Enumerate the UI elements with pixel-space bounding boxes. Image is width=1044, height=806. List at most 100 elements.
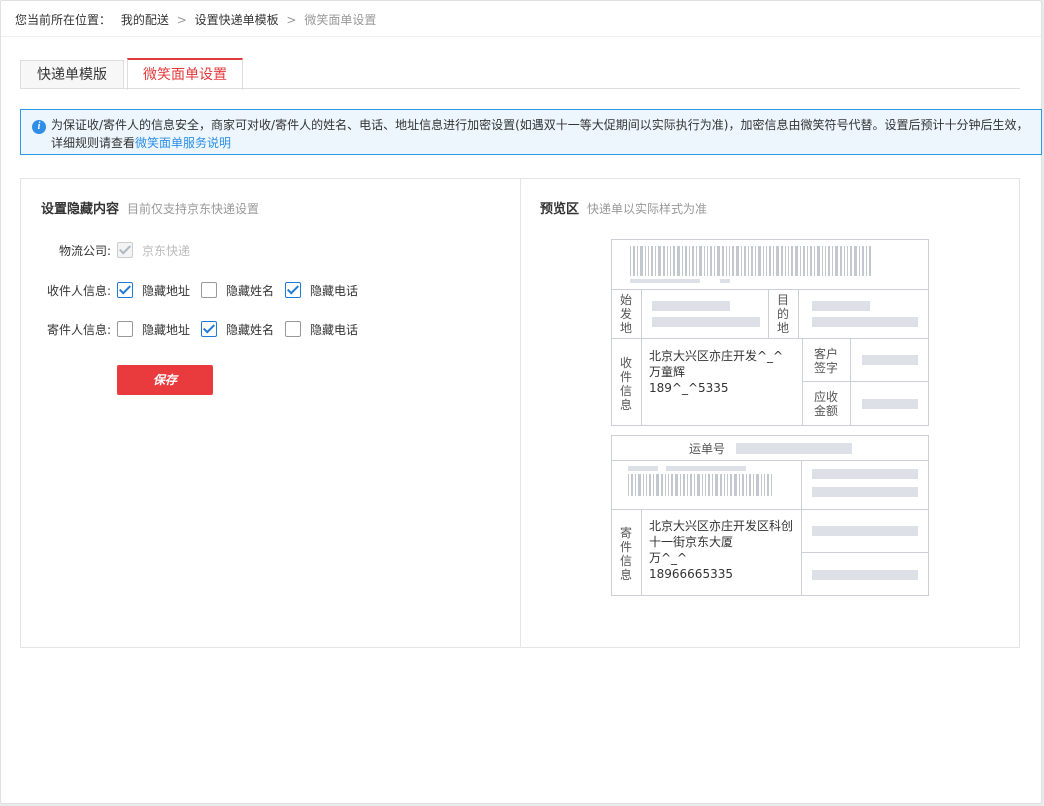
logistics-jd-checkbox [117,242,133,258]
barcode-bar [817,246,820,276]
sender-hide-address-checkbox[interactable] [117,321,133,337]
receiver-hide-name-label[interactable]: 隐藏姓名 [226,282,274,299]
col-line [768,289,769,338]
barcode-bar [828,246,830,276]
barcode-bar [795,246,798,276]
barcode-bar [655,246,656,276]
receiver-address: 北京大兴区亦庄开发^_^ [649,349,784,363]
destination-placeholder [812,317,918,327]
barcode-bar [785,246,786,276]
receiver-hide-name-checkbox[interactable] [201,282,217,298]
receiver-hide-address-checkbox[interactable] [117,282,133,298]
barcode-bar [822,246,823,276]
tab-express-template[interactable]: 快递单模版 [20,60,124,89]
barcode-bar [781,246,783,276]
placeholder-bar [630,279,700,283]
sender-hide-name-label[interactable]: 隐藏姓名 [226,321,274,338]
barcode-bar [696,246,697,276]
barcode-bar [859,246,860,276]
sender-hide-phone-label[interactable]: 隐藏电话 [310,321,358,338]
barcode-bar [689,246,690,276]
barcode-bar [769,246,771,276]
sender-hide-address-label[interactable]: 隐藏地址 [142,321,190,338]
sender-info: 北京大兴区亦庄开发区科创 十一街京东大厦 万^_^ 18966665335 [649,518,799,582]
receiver-hide-phone-label[interactable]: 隐藏电话 [310,282,358,299]
breadcrumb-current: 微笑面单设置 [304,13,377,27]
sender-hide-name-checkbox[interactable] [201,321,217,337]
barcode-bar [854,246,857,276]
barcode-bar [683,474,685,496]
save-button[interactable]: 保存 [117,365,213,395]
tab-smile-waybill[interactable]: 微笑面单设置 [127,58,243,90]
barcode-bar [764,474,765,496]
barcode-bar [755,246,756,276]
barcode-bar [682,246,683,276]
barcode-bar [712,474,713,496]
barcode-bar [715,474,718,496]
placeholder-bar [666,466,746,471]
col-line [641,289,642,425]
barcode-bar [746,474,747,496]
barcode-bar [653,474,654,496]
barcode-bar [699,246,702,276]
barcode-bar [675,474,678,496]
barcode-bar [720,474,722,496]
destination-label: 目的地 [776,293,789,335]
waybill-preview-upper: 始发地 目的地 收件信息 北京大兴区亦庄开发^_^ 万童辉 189^_^5335… [611,239,929,426]
logistics-jd-label: 京东快递 [142,244,191,258]
barcode-image [630,246,882,276]
amount-placeholder [862,399,918,409]
breadcrumb-item-delivery[interactable]: 我的配送 [121,13,169,27]
settings-title: 设置隐藏内容 [41,202,120,217]
origin-placeholder [652,317,760,327]
service-description-link[interactable]: 微笑面单服务说明 [135,136,231,150]
barcode-bar [631,474,633,496]
barcode-bar [656,474,659,496]
placeholder-bar [812,469,918,479]
barcode-bar [814,246,815,276]
barcode-bar [866,246,867,276]
receiver-phone: 189^_^5335 [649,381,729,395]
barcode-bar [704,246,705,276]
receiver-hide-phone-checkbox[interactable] [285,282,301,298]
barcode-bar [638,474,641,496]
barcode-bar [736,246,739,276]
barcode-bar [663,246,665,276]
barcode-bar [726,246,727,276]
sender-hide-phone-checkbox[interactable] [285,321,301,337]
page-frame: 您当前所在位置： 我的配送 > 设置快递单模板 > 微笑面单设置 快递单模版 微… [0,0,1042,804]
barcode-bar [658,246,661,276]
placeholder-bar [812,570,918,580]
receiver-info: 北京大兴区亦庄开发^_^ 万童辉 189^_^5335 [649,348,799,396]
barcode-bar [640,246,643,276]
barcode-bar [680,474,681,496]
barcode-bar [742,474,744,496]
row-line [802,381,928,382]
receiver-name: 万童辉 [649,365,686,379]
barcode-bar [692,246,694,276]
barcode-bar [667,246,668,276]
barcode-bar [649,474,651,496]
barcode-bar [844,246,845,276]
sender-label: 寄件信息 [619,526,632,582]
barcode-bar [825,246,826,276]
breadcrumb-item-template[interactable]: 设置快递单模板 [195,13,279,27]
waybill-number-placeholder [736,443,852,454]
barcode-bar [729,246,730,276]
barcode-bar [751,246,753,276]
barcode-bar [850,246,852,276]
barcode-bar [714,246,715,276]
barcode-bar [744,246,746,276]
barcode-bar [635,474,636,496]
barcode-bar [791,246,793,276]
barcode-bar [724,474,725,496]
info-icon: i [32,120,46,134]
col-line [801,460,802,595]
barcode-bar [730,474,732,496]
sign-placeholder [862,355,918,365]
receiver-hide-address-label[interactable]: 隐藏地址 [142,282,190,299]
col-line [641,509,642,595]
receiver-info-label: 收件人信息: [46,284,111,298]
barcode-bar [661,474,663,496]
breadcrumb-separator: > [286,13,297,27]
